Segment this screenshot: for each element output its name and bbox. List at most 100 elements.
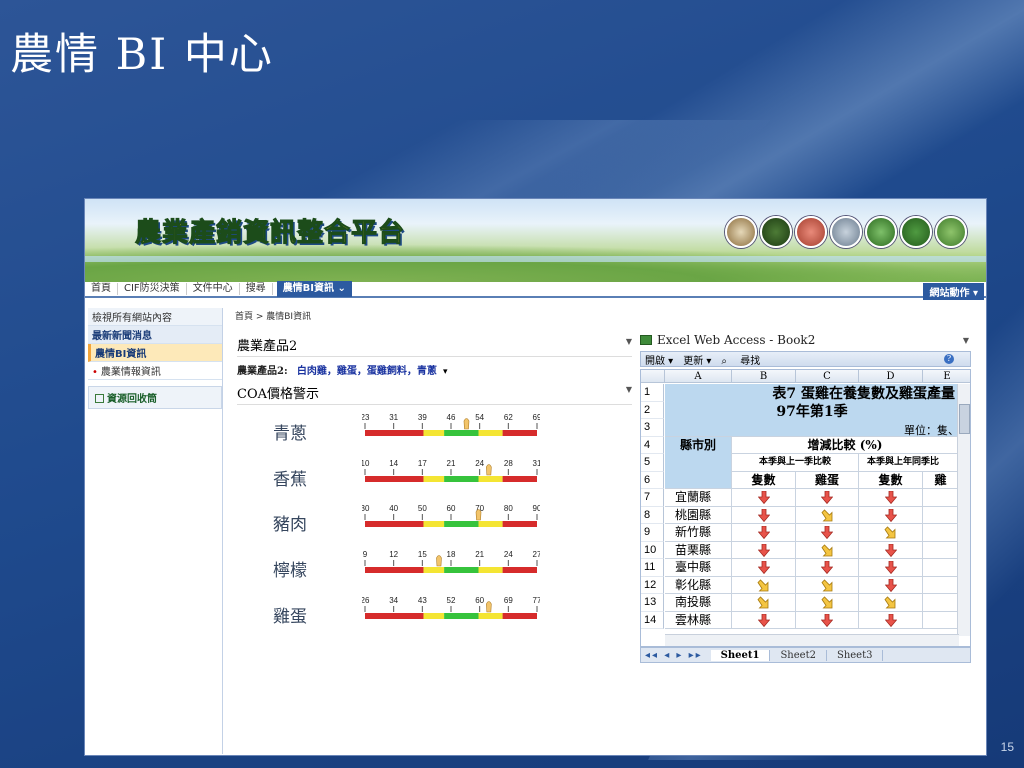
row-number[interactable]: 3 — [641, 419, 664, 437]
horizontal-scrollbar[interactable] — [665, 634, 959, 646]
row-number[interactable]: 5 — [641, 454, 664, 472]
row-number[interactable]: 12 — [641, 576, 664, 594]
down-arrow-icon[interactable] — [859, 559, 923, 577]
down-arrow-icon[interactable] — [796, 489, 859, 507]
column-header[interactable]: B — [732, 370, 796, 383]
down-arrow-icon[interactable] — [859, 611, 923, 629]
gauge-tick-label: 69 — [533, 413, 540, 422]
leftnav-item-intel[interactable]: • 農業情報資訊 — [88, 362, 222, 380]
row-number[interactable]: 4 — [641, 436, 664, 454]
row-number[interactable]: 11 — [641, 559, 664, 577]
nav-item-cif[interactable]: CIF防災決策 — [118, 283, 187, 295]
help-icon[interactable]: ? — [944, 354, 954, 364]
webpart-menu-icon[interactable]: ▼ — [963, 336, 969, 345]
county-cell[interactable]: 彰化縣 — [665, 576, 732, 594]
row-number[interactable]: 6 — [641, 471, 664, 489]
nav-item-bi-active[interactable]: 農情BI資訊 ⌄ — [276, 281, 352, 297]
empty-cell[interactable] — [923, 524, 959, 542]
sheet-tab-3[interactable]: Sheet3 — [827, 649, 884, 661]
down-arrow-icon[interactable] — [796, 611, 859, 629]
nav-item-search[interactable]: 搜尋 — [240, 283, 273, 295]
county-cell[interactable]: 雲林縣 — [665, 611, 732, 629]
down-arrow-icon[interactable] — [796, 524, 859, 542]
diagonal-arrow-icon[interactable] — [859, 524, 923, 542]
scrollbar-thumb[interactable] — [959, 404, 970, 434]
down-arrow-icon[interactable] — [859, 489, 923, 507]
row-number[interactable]: 7 — [641, 489, 664, 507]
diagonal-arrow-icon[interactable] — [796, 541, 859, 559]
empty-cell[interactable] — [923, 559, 959, 577]
row-number[interactable]: 10 — [641, 541, 664, 559]
leftnav-item-news[interactable]: 最新新聞消息 — [88, 326, 222, 344]
row-number[interactable]: 2 — [641, 401, 664, 419]
row-number[interactable]: 1 — [641, 384, 664, 402]
webpart-menu-icon[interactable]: ▼ — [626, 337, 632, 346]
webpart-menu-icon[interactable]: ▼ — [626, 385, 632, 394]
down-arrow-icon[interactable] — [732, 506, 796, 524]
down-arrow-icon[interactable] — [732, 541, 796, 559]
excel-web-access: Excel Web Access - Book2 ▼ 開啟 ▾ 更新 ▾ ⌕ 尋找… — [640, 333, 971, 673]
chicken-photo-icon[interactable] — [725, 216, 757, 248]
county-cell[interactable]: 宜蘭縣 — [665, 489, 732, 507]
empty-cell[interactable] — [923, 611, 959, 629]
column-header[interactable]: A — [665, 370, 732, 383]
row-number[interactable]: 13 — [641, 594, 664, 612]
empty-cell[interactable] — [923, 506, 959, 524]
down-arrow-icon[interactable] — [859, 541, 923, 559]
row-number[interactable]: 14 — [641, 611, 664, 629]
diagonal-arrow-icon[interactable] — [732, 594, 796, 612]
sheet-tab-1[interactable]: Sheet1 — [710, 649, 771, 661]
empty-cell[interactable] — [923, 594, 959, 612]
find-button[interactable]: ⌕ 尋找 — [721, 352, 770, 367]
column-header[interactable]: E — [923, 370, 970, 383]
excel-toolbar: 開啟 ▾ 更新 ▾ ⌕ 尋找 ? — [640, 351, 971, 367]
down-arrow-icon[interactable] — [859, 506, 923, 524]
down-arrow-icon[interactable] — [732, 559, 796, 577]
gauge-tick-label: 50 — [418, 504, 427, 513]
county-cell[interactable]: 南投縣 — [665, 594, 732, 612]
county-cell[interactable]: 苗栗縣 — [665, 541, 732, 559]
down-arrow-icon[interactable] — [732, 524, 796, 542]
county-cell[interactable]: 桃園縣 — [665, 506, 732, 524]
down-arrow-icon[interactable] — [732, 489, 796, 507]
meat-photo-icon[interactable] — [795, 216, 827, 248]
county-cell[interactable]: 新竹縣 — [665, 524, 732, 542]
column-header[interactable]: D — [859, 370, 923, 383]
product-filter[interactable]: 農業產品2: 白肉雞，雞蛋，蛋雞飼料，青蔥 ▾ — [237, 362, 632, 377]
vegetable-photo-icon[interactable] — [865, 216, 897, 248]
row-number[interactable]: 9 — [641, 524, 664, 542]
site-actions-button[interactable]: 網站動作 ▾ — [923, 283, 984, 300]
empty-cell[interactable] — [923, 541, 959, 559]
recycle-bin-link[interactable]: 資源回收筒 — [88, 386, 222, 409]
view-all-content-link[interactable]: 檢視所有網站內容 — [88, 308, 222, 326]
county-cell[interactable]: 臺中縣 — [665, 559, 732, 577]
corner-cell[interactable] — [641, 370, 665, 383]
leftnav-item-bi[interactable]: 農情BI資訊 — [88, 344, 222, 362]
cattle-photo-icon[interactable] — [935, 216, 967, 248]
diagonal-arrow-icon[interactable] — [796, 506, 859, 524]
diagonal-arrow-icon[interactable] — [796, 576, 859, 594]
diagonal-arrow-icon[interactable] — [796, 594, 859, 612]
vertical-scrollbar[interactable] — [957, 384, 970, 636]
forest-photo-icon[interactable] — [760, 216, 792, 248]
breadcrumb[interactable]: 首頁 > 農情BI資訊 — [235, 309, 311, 322]
down-arrow-icon[interactable] — [732, 611, 796, 629]
fish-photo-icon[interactable] — [830, 216, 862, 248]
down-arrow-icon[interactable] — [796, 559, 859, 577]
column-header[interactable]: C — [796, 370, 859, 383]
down-arrow-icon[interactable] — [859, 576, 923, 594]
empty-cell[interactable] — [923, 489, 959, 507]
sheet-tab-2[interactable]: Sheet2 — [770, 649, 827, 661]
sheet-nav-buttons[interactable]: ◂◂ ◂ ▸ ▸▸ — [645, 650, 703, 661]
open-menu[interactable]: 開啟 ▾ — [645, 352, 673, 367]
fruit-photo-icon[interactable] — [900, 216, 932, 248]
nav-item-documents[interactable]: 文件中心 — [187, 283, 240, 295]
diagonal-arrow-icon[interactable] — [859, 594, 923, 612]
spreadsheet-grid[interactable]: A B C D E 1 2 3 4 5 6 7 8 9 10 11 12 13 14 表7 蛋雞在養隻數及雞蛋產量 97… — [640, 369, 971, 647]
diagonal-arrow-icon[interactable] — [732, 576, 796, 594]
filter-dropdown-icon[interactable]: ▾ — [443, 367, 448, 377]
nav-item-home[interactable]: 首頁 — [85, 283, 118, 295]
empty-cell[interactable] — [923, 576, 959, 594]
refresh-menu[interactable]: 更新 ▾ — [683, 352, 711, 367]
row-number[interactable]: 8 — [641, 506, 664, 524]
